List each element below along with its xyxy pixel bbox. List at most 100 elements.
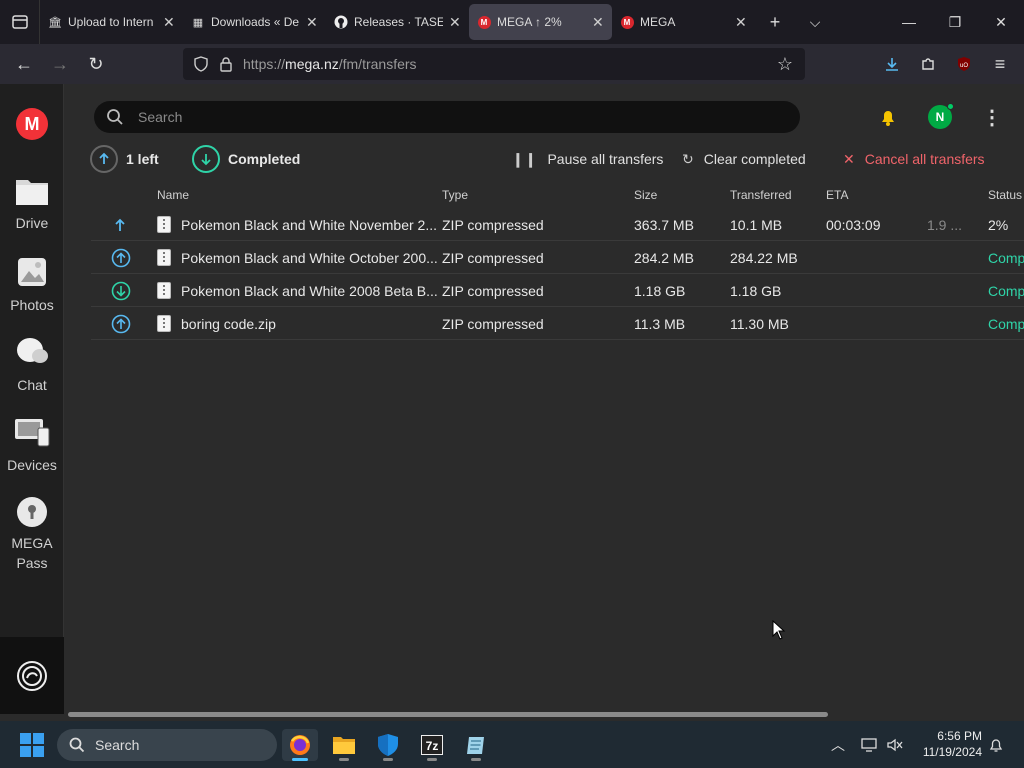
- horizontal-scrollbar[interactable]: [68, 712, 828, 717]
- clear-completed-button[interactable]: ↻ Clear completed: [682, 144, 806, 174]
- online-status-dot: [947, 103, 954, 110]
- sidebar-item-photos[interactable]: Photos: [0, 256, 64, 315]
- column-header-type[interactable]: Type: [442, 188, 468, 202]
- bell-icon: [989, 738, 1003, 752]
- column-header-transferred[interactable]: Transferred: [730, 188, 792, 202]
- transfers-completed-indicator: Completed: [192, 144, 300, 174]
- tab-upload-internet-archive[interactable]: 🏛 Upload to Intern ✕: [40, 4, 183, 40]
- search-input[interactable]: [138, 109, 738, 125]
- file-size: 11.3 MB: [634, 315, 686, 332]
- tab-downloads[interactable]: ▦ Downloads « De ✕: [183, 4, 326, 40]
- transferred-amount: 10.1 MB: [730, 216, 783, 233]
- sidebar-item-devices[interactable]: Devices: [0, 416, 64, 475]
- file-type: ZIP compressed: [442, 216, 544, 233]
- taskbar-search[interactable]: Search: [57, 729, 277, 761]
- more-options-button[interactable]: ⋮: [979, 104, 1005, 130]
- forward-button[interactable]: →: [42, 46, 78, 82]
- minimize-button[interactable]: —: [886, 0, 932, 44]
- file-size: 1.18 GB: [634, 282, 686, 299]
- folder-icon: [16, 180, 48, 205]
- restore-icon: ❐: [948, 13, 962, 30]
- archive-org-icon: 🏛: [48, 16, 62, 29]
- tab-close-icon[interactable]: ✕: [592, 14, 604, 31]
- sidebar-item-drive[interactable]: Drive: [0, 176, 64, 233]
- transferred-amount: 11.30 MB: [730, 315, 789, 332]
- url-bar[interactable]: https://mega.nz/fm/transfers ☆: [183, 48, 805, 80]
- show-hidden-icons-button[interactable]: ︿: [828, 721, 848, 768]
- mega-s4-icon[interactable]: [16, 660, 48, 692]
- extensions-button[interactable]: [910, 46, 946, 82]
- back-button[interactable]: ←: [6, 46, 42, 82]
- file-type: ZIP compressed: [442, 249, 544, 266]
- devices-icon: [15, 419, 50, 447]
- pause-all-transfers-button[interactable]: ❙❙ Pause all transfers: [512, 144, 663, 174]
- status-text: Comp: [988, 249, 1024, 266]
- firefox-view-icon: [11, 15, 28, 29]
- tab-mega-transfers[interactable]: M MEGA ↑ 2% ✕: [469, 4, 612, 40]
- column-header-name[interactable]: Name: [157, 188, 189, 202]
- chat-icon: [17, 338, 48, 363]
- search-bar[interactable]: [94, 101, 800, 133]
- refresh-icon: ↻: [682, 150, 694, 167]
- ublock-icon: uO: [958, 57, 970, 71]
- ublock-button[interactable]: uO: [946, 46, 982, 82]
- zip-file-icon: [157, 282, 171, 299]
- column-header-status[interactable]: Status: [988, 188, 1022, 202]
- column-header-size[interactable]: Size: [634, 188, 657, 202]
- tab-releases[interactable]: Releases · TASEr ✕: [326, 4, 469, 40]
- taskbar-7zip[interactable]: 7z: [414, 729, 450, 761]
- account-avatar-button[interactable]: N: [927, 103, 954, 130]
- taskbar-clock[interactable]: 6:56 PM 11/19/2024: [912, 728, 982, 760]
- notifications-tray-button[interactable]: [986, 721, 1006, 768]
- sidebar-bottom-bar: [0, 637, 64, 714]
- table-row[interactable]: Pokemon Black and White 2008 Beta B... Z…: [91, 274, 1024, 307]
- restore-button[interactable]: ❐: [932, 0, 978, 44]
- status-text: 2%: [988, 216, 1009, 233]
- shield-icon: [194, 56, 208, 72]
- column-header-eta[interactable]: ETA: [826, 188, 848, 202]
- new-tab-button[interactable]: +: [755, 0, 795, 44]
- downloads-button[interactable]: [874, 46, 910, 82]
- hamburger-icon: ≡: [994, 53, 1006, 74]
- transfer-speed: 1.9 ...: [927, 216, 963, 233]
- file-size: 363.7 MB: [634, 216, 694, 233]
- taskbar-windows-security[interactable]: [370, 729, 406, 761]
- network-tray-button[interactable]: [858, 721, 880, 768]
- list-all-tabs-button[interactable]: ⌵: [795, 0, 835, 44]
- app-menu-button[interactable]: ≡: [982, 46, 1018, 82]
- table-row[interactable]: boring code.zip ZIP compressed 11.3 MB 1…: [91, 307, 1024, 340]
- upload-complete-icon: [111, 307, 131, 340]
- mega-logo[interactable]: M: [16, 108, 48, 140]
- sidebar-item-mega-pass[interactable]: MEGA Pass: [0, 496, 64, 573]
- taskbar-notepad[interactable]: [458, 729, 494, 761]
- tab-close-icon[interactable]: ✕: [306, 14, 318, 31]
- tab-close-icon[interactable]: ✕: [449, 14, 461, 31]
- zip-file-icon: [157, 249, 171, 266]
- reload-button[interactable]: ↻: [78, 46, 114, 82]
- arrow-right-icon: →: [51, 53, 69, 74]
- tab-mega[interactable]: M MEGA ✕: [612, 4, 755, 40]
- url-text: https://mega.nz/fm/transfers: [243, 56, 417, 72]
- volume-tray-button[interactable]: [884, 721, 906, 768]
- table-row[interactable]: Pokemon Black and White November 2... ZI…: [91, 208, 1024, 241]
- start-button[interactable]: [20, 733, 44, 757]
- bookmark-star-icon[interactable]: ☆: [777, 54, 793, 75]
- tab-close-icon[interactable]: ✕: [163, 14, 175, 31]
- close-window-button[interactable]: ✕: [978, 0, 1024, 44]
- firefox-view-button[interactable]: [0, 0, 40, 44]
- sidebar-item-chat[interactable]: Chat: [0, 336, 64, 395]
- file-name: boring code.zip: [181, 315, 276, 332]
- tab-close-icon[interactable]: ✕: [735, 14, 747, 31]
- bell-icon: [882, 111, 894, 126]
- mouse-cursor-icon: [772, 620, 786, 640]
- minimize-icon: —: [902, 14, 916, 30]
- notifications-button[interactable]: [875, 104, 901, 130]
- mega-sidebar: M Drive Photos Chat Devices MEGA Pass: [0, 84, 64, 714]
- screen: 🏛 Upload to Intern ✕ ▦ Downloads « De ✕ …: [0, 0, 1024, 768]
- transferred-amount: 1.18 GB: [730, 282, 782, 299]
- cancel-all-transfers-button[interactable]: ✕ Cancel all transfers: [843, 144, 985, 174]
- taskbar-firefox[interactable]: [282, 729, 318, 761]
- table-row[interactable]: Pokemon Black and White October 200... Z…: [91, 241, 1024, 274]
- reload-icon: ↻: [88, 53, 104, 74]
- taskbar-file-explorer[interactable]: [326, 729, 362, 761]
